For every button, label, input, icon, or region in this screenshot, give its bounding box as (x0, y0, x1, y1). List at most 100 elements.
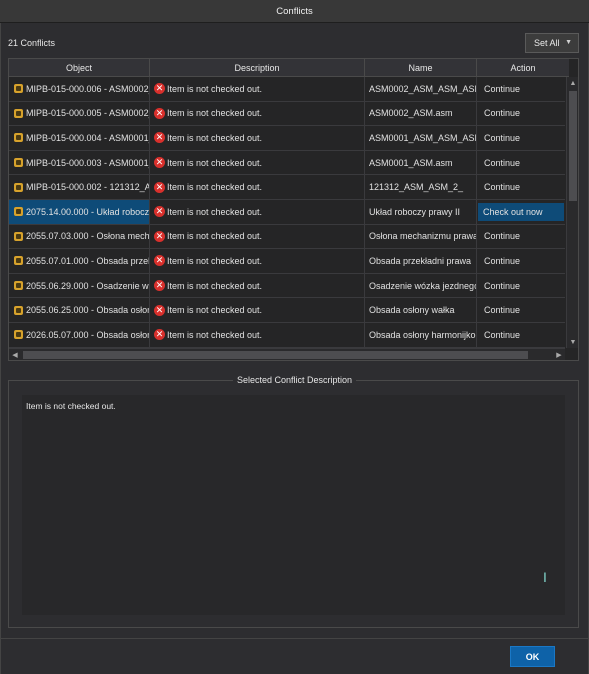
object-text: 2075.14.00.000 - Układ roboczy p (26, 206, 150, 217)
action-value[interactable]: Continue (481, 279, 523, 293)
object-cell[interactable]: 2055.06.25.000 - Obsada osłony (9, 298, 150, 322)
action-cell[interactable]: Continue (477, 175, 565, 199)
action-cell[interactable]: Check out now (477, 200, 565, 224)
table-row[interactable]: 2055.06.25.000 - Obsada osłony ✕ Item is n… (9, 298, 565, 323)
action-cell[interactable]: Continue (477, 323, 565, 347)
action-cell[interactable]: Continue (477, 298, 565, 322)
part-icon (14, 108, 23, 118)
table-row[interactable]: 2026.05.07.000 - Obsada osłony ✕ Item is n… (9, 323, 565, 348)
object-text: 2055.07.01.000 - Obsada przekła (26, 255, 150, 266)
description-cell: ✕ Item is not checked out. (150, 273, 365, 298)
object-cell[interactable]: MIPB-015-000.004 - ASM0001_A (9, 126, 150, 150)
table-row[interactable]: 2075.14.00.000 - Układ roboczy p ✕ Item is… (9, 200, 565, 225)
part-icon (14, 84, 23, 94)
action-value[interactable]: Continue (481, 229, 523, 243)
object-cell[interactable]: 2055.06.29.000 - Osadzenie wózk (9, 273, 150, 298)
action-value[interactable]: Continue (481, 328, 523, 342)
table-row[interactable]: 2055.07.03.000 - Osłona mechan ✕ Item is n… (9, 224, 565, 250)
scroll-right-icon[interactable]: ▶ (553, 349, 565, 361)
column-header-action[interactable]: Action (477, 59, 569, 77)
action-cell[interactable]: Continue (477, 77, 565, 101)
description-text: Item is not checked out. (167, 157, 263, 168)
error-x-icon: ✕ (154, 255, 165, 267)
action-cell[interactable]: Continue (477, 126, 565, 150)
grid-header: Object Description Name Action (9, 59, 569, 77)
action-value[interactable]: Continue (481, 303, 523, 317)
object-cell[interactable]: MIPB-015-000.003 - ASM0001_A (9, 150, 150, 175)
description-text: Item is not checked out. (167, 83, 263, 94)
conflict-description-text[interactable]: Item is not checked out. (22, 395, 565, 615)
table-row[interactable]: 2055.06.29.000 - Osadzenie wózk ✕ Item is … (9, 273, 565, 299)
object-text: MIPB-015-000.002 - 121312_ASN (26, 182, 150, 193)
name-cell: ASM0002_ASM_ASM_ASM_ (365, 77, 477, 101)
vertical-scroll-thumb[interactable] (569, 91, 577, 201)
part-icon (14, 330, 23, 340)
table-row[interactable]: MIPB-015-000.004 - ASM0001_A ✕ Item is not… (9, 126, 565, 151)
part-icon (14, 281, 23, 291)
action-cell[interactable]: Continue (477, 225, 565, 249)
object-cell[interactable]: MIPB-015-000.002 - 121312_ASN (9, 175, 150, 199)
panel-legend: Selected Conflict Description (232, 375, 357, 385)
description-cell: ✕ Item is not checked out. (150, 77, 365, 101)
action-value[interactable]: Continue (481, 180, 523, 194)
scroll-down-icon[interactable]: ▼ (567, 336, 579, 348)
action-cell[interactable]: Continue (477, 249, 565, 273)
object-cell[interactable]: 2055.07.03.000 - Osłona mechan (9, 224, 150, 249)
conflicts-grid: Object Description Name Action MIPB-015-… (8, 58, 579, 361)
object-cell[interactable]: MIPB-015-000.005 - ASM0002_A (9, 101, 150, 126)
object-cell[interactable]: 2055.07.01.000 - Obsada przekła (9, 249, 150, 273)
name-cell: Układ roboczy prawy II (365, 200, 477, 224)
description-cell: ✕ Item is not checked out. (150, 150, 365, 175)
error-x-icon: ✕ (154, 329, 165, 341)
table-row[interactable]: MIPB-015-000.005 - ASM0002_A ✕ Item is not… (9, 101, 565, 127)
object-cell[interactable]: 2026.05.07.000 - Obsada osłony (9, 323, 150, 347)
conflict-count: 21 Conflicts (8, 38, 56, 48)
description-cell: ✕ Item is not checked out. (150, 323, 365, 347)
object-text: MIPB-015-000.003 - ASM0001_A (26, 157, 150, 168)
column-header-object[interactable]: Object (9, 59, 150, 77)
name-cell: 121312_ASM_ASM_2_ (365, 175, 477, 199)
table-row[interactable]: MIPB-015-000.002 - 121312_ASN ✕ Item is no… (9, 175, 565, 200)
description-text: Item is not checked out. (167, 305, 263, 316)
action-cell[interactable]: Continue (477, 274, 565, 298)
action-value[interactable]: Continue (481, 254, 523, 268)
set-all-label: Set All (534, 38, 560, 48)
column-header-description[interactable]: Description (150, 59, 365, 77)
action-value[interactable]: Continue (481, 156, 523, 170)
object-cell[interactable]: MIPB-015-000.006 - ASM0002_A (9, 77, 150, 101)
error-x-icon: ✕ (154, 107, 165, 119)
object-text: MIPB-015-000.005 - ASM0002_A (26, 108, 150, 119)
error-x-icon: ✕ (154, 280, 165, 292)
part-icon (14, 305, 23, 315)
action-value[interactable]: Check out now (478, 202, 564, 221)
description-text: Item is not checked out. (167, 255, 263, 266)
table-row[interactable]: MIPB-015-000.006 - ASM0002_A ✕ Item is not… (9, 77, 565, 102)
table-row[interactable]: 2055.07.01.000 - Obsada przekła ✕ Item is … (9, 249, 565, 274)
horizontal-scrollbar[interactable]: ◀ ▶ (9, 348, 565, 360)
table-row[interactable]: MIPB-015-000.003 - ASM0001_A ✕ Item is not… (9, 150, 565, 176)
chevron-down-icon: ▼ (565, 39, 572, 46)
horizontal-scroll-thumb[interactable] (23, 351, 528, 359)
ok-button[interactable]: OK (510, 646, 555, 667)
object-cell[interactable]: 2075.14.00.000 - Układ roboczy p (9, 200, 150, 224)
error-x-icon: ✕ (154, 83, 165, 95)
error-x-icon: ✕ (154, 132, 165, 144)
vertical-scrollbar[interactable]: ▲ ▼ (566, 77, 578, 348)
window-title: Conflicts (276, 5, 313, 17)
error-x-icon: ✕ (154, 157, 165, 169)
name-cell: ASM0001_ASM_ASM_ASM_ (365, 126, 477, 150)
action-value[interactable]: Continue (481, 106, 523, 120)
action-value[interactable]: Continue (481, 131, 523, 145)
name-cell: ASM0001_ASM.asm (365, 150, 477, 175)
description-text: Item is not checked out. (167, 329, 263, 340)
column-header-name[interactable]: Name (365, 59, 477, 77)
text-cursor-icon: I (543, 569, 547, 585)
action-cell[interactable]: Continue (477, 151, 565, 175)
set-all-dropdown[interactable]: Set All ▼ (525, 33, 579, 53)
part-icon (14, 256, 23, 266)
action-value[interactable]: Continue (481, 82, 523, 96)
scroll-left-icon[interactable]: ◀ (9, 349, 21, 361)
error-x-icon: ✕ (154, 181, 165, 193)
action-cell[interactable]: Continue (477, 102, 565, 126)
scroll-up-icon[interactable]: ▲ (567, 77, 579, 89)
